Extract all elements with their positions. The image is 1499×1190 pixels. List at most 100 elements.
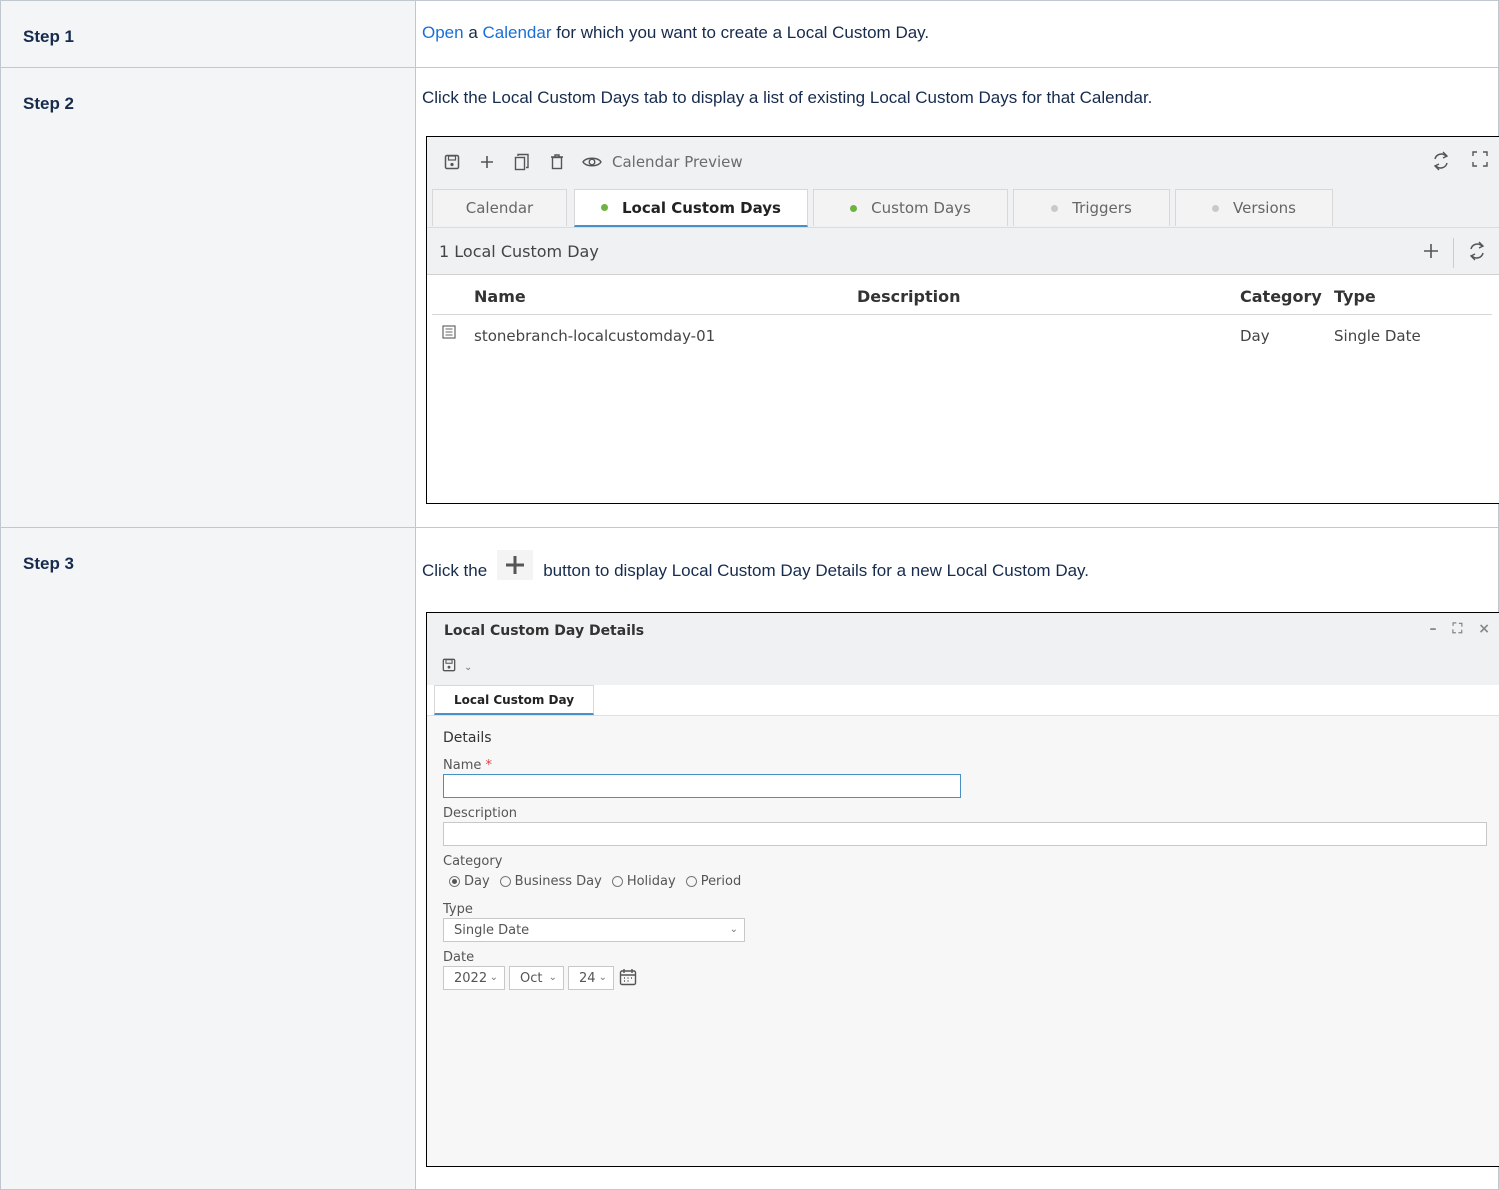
year-value: 2022 [454,971,488,986]
type-label: Type [443,902,473,917]
month-select[interactable]: Oct ⌄ [509,966,564,990]
tab-custom-days[interactable]: Custom Days [813,189,1008,226]
maximize-icon[interactable]: ⛶ [1452,621,1462,637]
step-text-fragment: a [463,23,483,42]
type-select[interactable]: Single Date ⌄ [443,918,745,942]
tab-versions[interactable]: Versions [1175,189,1333,226]
step-text-fragment: Click the [422,561,488,580]
tab-local-custom-days[interactable]: Local Custom Days [574,189,808,227]
radio-label: Period [700,874,742,889]
refresh-icon[interactable] [1432,151,1450,176]
open-link[interactable]: Open [422,23,464,42]
year-select[interactable]: 2022 ⌄ [443,966,505,990]
column-header-category[interactable]: Category [1240,287,1322,306]
row-category: Day [1240,327,1270,345]
add-icon[interactable] [1423,243,1439,263]
row-type: Single Date [1334,327,1421,345]
step-text-fragment: button to display Local Custom Day Detai… [543,561,1090,580]
steps-table: Step 1 Open a Calendar for which you wan… [0,0,1499,1190]
required-mark: * [485,758,493,773]
list-count-title: 1 Local Custom Day [439,241,599,261]
radio-business-day[interactable]: Business Day [499,874,602,889]
category-radio-group: Day Business Day Holiday Period [449,874,751,889]
step-instruction: Click the Local Custom Days tab to displ… [422,88,1153,107]
status-dot-icon [850,204,858,212]
description-label: Description [443,806,518,821]
save-icon[interactable] [441,151,463,173]
plus-icon[interactable] [476,151,498,173]
calendar-toolbar: Calendar Preview [427,137,1499,187]
trash-icon[interactable] [546,151,568,173]
day-value: 24 [579,971,596,986]
step-label: Step 2 [0,67,416,528]
tab-label: Custom Days [871,199,971,217]
tab-label: Triggers [1072,199,1132,217]
tab-triggers[interactable]: Triggers [1013,189,1170,226]
radio-icon [611,876,623,887]
section-title: Details [443,730,492,746]
chevron-down-icon: ⌄ [598,972,607,983]
status-dot-icon [1212,204,1219,212]
tab-label: Calendar [465,199,534,217]
step-row-2: Step 2 Click the Local Custom Days tab t… [0,67,1499,528]
date-label: Date [443,950,475,965]
tab-label: Versions [1233,199,1296,217]
description-input[interactable] [443,822,1487,846]
calendar-link[interactable]: Calendar [483,23,552,42]
status-dot-icon [600,204,608,211]
record-icon [442,325,456,343]
month-value: Oct [520,971,543,986]
radio-icon [499,876,511,887]
grid-header-row: Name Description Category Type [432,277,1492,315]
type-select-value: Single Date [454,923,530,938]
day-select[interactable]: 24 ⌄ [568,966,614,990]
category-label: Category [443,854,503,869]
chevron-down-icon[interactable]: ⌄ [464,662,472,673]
column-header-description[interactable]: Description [857,287,960,306]
step-instruction: Click the button to display Local Custom… [422,550,1090,586]
step-label: Step 1 [0,0,416,68]
chevron-down-icon: ⌄ [729,924,738,935]
dialog-toolbar: ⌄ [427,649,1499,685]
radio-label: Day [464,874,490,889]
name-input[interactable] [443,774,961,798]
divider [1453,238,1454,268]
tab-calendar[interactable]: Calendar [432,189,567,226]
radio-icon [449,876,460,887]
radio-day[interactable]: Day [449,874,490,889]
name-label: Name * [443,758,492,773]
column-header-name[interactable]: Name [474,287,526,306]
step-text-fragment: for which you want to create a Local Cus… [551,23,930,42]
expand-icon[interactable] [1472,151,1488,176]
radio-holiday[interactable]: Holiday [611,874,676,889]
eye-icon[interactable] [581,151,603,173]
plus-button-icon [497,550,534,580]
dialog-title: Local Custom Day Details – ⛶ × [427,613,1499,649]
radio-icon [685,876,697,887]
step-content: Click the Local Custom Days tab to displ… [415,67,1499,528]
tab-label: Local Custom Days [621,198,781,217]
radio-period[interactable]: Period [685,874,742,889]
refresh-icon[interactable] [1468,241,1486,265]
save-icon[interactable] [442,657,456,677]
tab-local-custom-day[interactable]: Local Custom Day [434,685,594,715]
status-dot-icon [1051,204,1059,212]
copy-icon[interactable] [511,151,533,173]
radio-label: Holiday [626,874,676,889]
chevron-down-icon: ⌄ [489,972,498,983]
details-dialog-screenshot: Local Custom Day Details – ⛶ × ⌄ Local C… [426,612,1499,1167]
step-row-3: Step 3 Click the button to display Local… [0,527,1499,1190]
calendar-panel-screenshot: Calendar Preview Calendar Local Custom D… [426,136,1499,504]
calendar-preview-label[interactable]: Calendar Preview [612,153,743,171]
dialog-title-text: Local Custom Day Details [444,623,645,639]
column-header-type[interactable]: Type [1334,287,1376,306]
calendar-icon[interactable] [619,968,637,991]
step-label: Step 3 [0,527,416,1190]
step-instruction: Open a Calendar for which you want to cr… [422,23,929,43]
minimize-icon[interactable]: – [1429,621,1436,637]
step-content: Open a Calendar for which you want to cr… [415,0,1499,68]
close-icon[interactable]: × [1478,621,1490,637]
row-name[interactable]: stonebranch-localcustomday-01 [474,327,715,345]
table-row[interactable]: stonebranch-localcustomday-01 Day Single… [432,317,1492,351]
name-label-text: Name [443,758,482,773]
